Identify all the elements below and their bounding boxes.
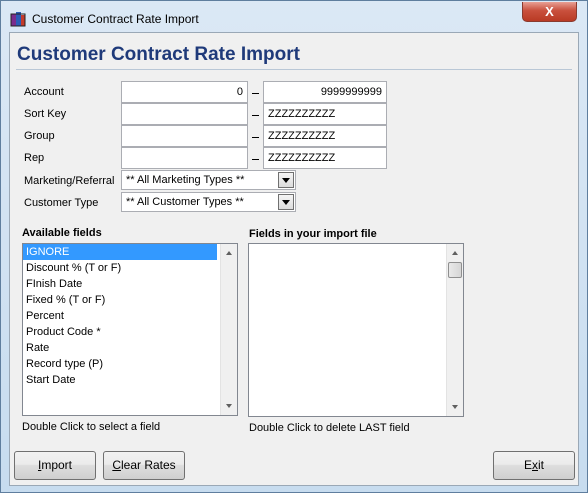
app-window: Customer Contract Rate Import X Customer… [0, 0, 588, 493]
sort-key-to-field[interactable]: ZZZZZZZZZZ [263, 103, 387, 125]
rep-range-dash [252, 159, 259, 160]
account-to-field[interactable]: 9999999999 [263, 81, 387, 103]
list-item[interactable]: Percent [23, 308, 237, 324]
available-fields-items: IGNORE Discount % (T or F) FInish Date Fixe… [23, 244, 237, 388]
clear-rates-button-mnemonic: C [112, 458, 121, 472]
scroll-down-icon[interactable] [226, 404, 232, 408]
group-range-dash [252, 137, 259, 138]
list-item[interactable]: Record type (P) [23, 356, 237, 372]
customer-type-select[interactable]: ** All Customer Types ** [121, 192, 296, 212]
page-title: Customer Contract Rate Import [17, 44, 300, 65]
clear-rates-button-label: lear Rates [120, 458, 176, 472]
rep-from-field[interactable] [121, 147, 248, 169]
exit-button-label: it [538, 458, 544, 472]
clear-rates-button[interactable]: Clear Rates [103, 451, 185, 480]
exit-button[interactable]: Exit [493, 451, 575, 480]
list-item[interactable]: IGNORE [23, 244, 217, 260]
import-fields-hint: Double Click to delete LAST field [249, 422, 410, 434]
chevron-down-icon[interactable] [278, 194, 294, 210]
account-from-field[interactable]: 0 [121, 81, 248, 103]
sort-key-label: Sort Key [24, 108, 67, 120]
chevron-down-icon[interactable] [278, 172, 294, 188]
rep-to-field[interactable]: ZZZZZZZZZZ [263, 147, 387, 169]
import-fields-scrollbar[interactable] [446, 244, 463, 416]
rep-label: Rep [24, 152, 45, 164]
import-fields-title: Fields in your import file [249, 228, 377, 240]
list-item[interactable]: Rate [23, 340, 237, 356]
available-fields-title: Available fields [22, 227, 102, 239]
main-panel: Customer Contract Rate Import Account 0 … [9, 32, 579, 486]
list-item[interactable]: Discount % (T or F) [23, 260, 237, 276]
list-item[interactable]: Product Code * [23, 324, 237, 340]
exit-button-prefix: E [523, 458, 532, 472]
scroll-down-icon[interactable] [452, 405, 458, 409]
import-button-label: mport [41, 458, 73, 472]
window-title: Customer Contract Rate Import [32, 12, 199, 26]
app-icon [10, 12, 26, 27]
scroll-thumb[interactable] [448, 262, 462, 278]
header-divider [16, 69, 572, 70]
marketing-select[interactable]: ** All Marketing Types ** [121, 170, 296, 190]
marketing-select-value: ** All Marketing Types ** [126, 174, 245, 186]
close-icon[interactable]: X [522, 2, 577, 22]
sort-key-from-field[interactable] [121, 103, 248, 125]
customer-type-select-value: ** All Customer Types ** [126, 196, 244, 208]
group-to-field[interactable]: ZZZZZZZZZZ [263, 125, 387, 147]
customer-type-label: Customer Type [24, 197, 99, 209]
scroll-up-icon[interactable] [452, 251, 458, 255]
import-button[interactable]: Import [14, 451, 96, 480]
available-fields-hint: Double Click to select a field [22, 421, 161, 433]
sort-key-range-dash [252, 115, 259, 116]
available-fields-list[interactable]: IGNORE Discount % (T or F) FInish Date Fixe… [22, 243, 238, 416]
marketing-label: Marketing/Referral [24, 175, 115, 187]
import-fields-list[interactable] [248, 243, 464, 417]
title-bar[interactable]: Customer Contract Rate Import X [1, 1, 587, 33]
group-from-field[interactable] [121, 125, 248, 147]
list-item[interactable]: FInish Date [23, 276, 237, 292]
group-label: Group [24, 130, 55, 142]
scroll-up-icon[interactable] [226, 251, 232, 255]
available-fields-scrollbar[interactable] [220, 244, 237, 415]
list-item[interactable]: Fixed % (T or F) [23, 292, 237, 308]
list-item[interactable]: Start Date [23, 372, 237, 388]
account-label: Account [24, 86, 64, 98]
account-range-dash [252, 93, 259, 94]
